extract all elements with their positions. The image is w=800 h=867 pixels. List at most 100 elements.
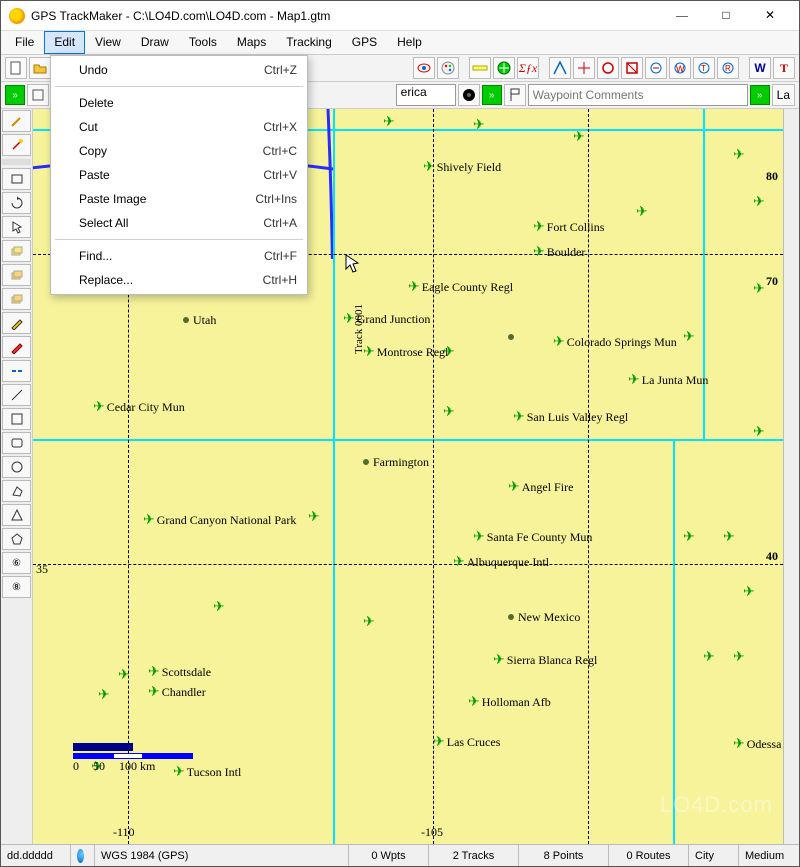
edit-delete[interactable]: Delete <box>51 91 307 115</box>
wp-holloman[interactable]: ✈Holloman Afb <box>468 694 551 708</box>
wp-anon[interactable]: ✈ <box>443 344 455 358</box>
eye-button[interactable] <box>413 57 435 79</box>
wp-fortcollins[interactable]: ✈Fort Collins <box>533 219 604 233</box>
wp-grandcanyon[interactable]: ✈Grand Canyon National Park <box>143 512 296 526</box>
wp-anon[interactable]: ✈ <box>683 529 695 543</box>
wp-anon[interactable]: ✈ <box>733 649 745 663</box>
dot-farmington[interactable]: Farmington <box>363 459 369 465</box>
wp-angelfire[interactable]: ✈Angel Fire <box>508 479 573 493</box>
tool-pencil[interactable] <box>2 312 31 334</box>
tool-square[interactable] <box>2 408 31 430</box>
wp-lascruces[interactable]: ✈Las Cruces <box>433 734 500 748</box>
menu-tracking[interactable]: Tracking <box>276 31 342 54</box>
dot-anon[interactable] <box>508 334 514 340</box>
expand-left-button[interactable]: » <box>5 85 25 105</box>
wp-eagle[interactable]: ✈Eagle County Regl <box>408 279 513 293</box>
tool-rotate[interactable] <box>2 192 31 214</box>
wp-sanluis[interactable]: ✈San Luis Valley Regl <box>513 409 628 423</box>
wp-anon[interactable]: ✈ <box>723 529 735 543</box>
wp-anon[interactable]: ✈ <box>363 614 375 628</box>
tool-layers2[interactable] <box>2 264 31 286</box>
vertical-scrollbar[interactable] <box>783 109 799 844</box>
tool-h[interactable]: R <box>717 57 739 79</box>
waypoint-comments-input[interactable] <box>528 84 748 106</box>
tool-break[interactable] <box>2 360 31 382</box>
wp-anon[interactable]: ✈ <box>98 687 110 701</box>
flag-button[interactable] <box>504 84 526 106</box>
wp-scottsdale[interactable]: ✈Scottsdale <box>148 664 211 678</box>
tool-d[interactable] <box>621 57 643 79</box>
close-button[interactable]: ✕ <box>749 2 791 30</box>
wp-anon[interactable]: ✈ <box>753 194 765 208</box>
tool-brush[interactable] <box>2 110 31 132</box>
wp-boulder[interactable]: ✈Boulder <box>533 244 585 258</box>
tool-g[interactable]: T <box>693 57 715 79</box>
tool-six[interactable]: ⑥ <box>2 552 31 574</box>
stats-button[interactable]: Σƒx <box>517 57 539 79</box>
square-tool[interactable] <box>27 84 49 106</box>
tool-b[interactable] <box>573 57 595 79</box>
tool-f[interactable]: W <box>669 57 691 79</box>
tool-pentagon[interactable] <box>2 528 31 550</box>
tool-line[interactable] <box>2 384 31 406</box>
wp-anon[interactable]: ✈ <box>473 117 485 131</box>
menu-view[interactable]: View <box>85 31 131 54</box>
edit-cut[interactable]: CutCtrl+X <box>51 115 307 139</box>
edit-find[interactable]: Find...Ctrl+F <box>51 244 307 268</box>
tool-triangle[interactable] <box>2 504 31 526</box>
edit-paste[interactable]: PasteCtrl+V <box>51 163 307 187</box>
wp-anon[interactable]: ✈ <box>636 204 648 218</box>
label-right-button[interactable]: La <box>772 84 795 106</box>
wp-anon[interactable]: ✈ <box>753 424 765 438</box>
text-style-button[interactable]: T <box>773 57 795 79</box>
wp-anon[interactable]: ✈ <box>118 667 130 681</box>
wp-anon[interactable]: ✈ <box>443 404 455 418</box>
expand-right-button[interactable]: » <box>750 85 770 105</box>
menu-help[interactable]: Help <box>387 31 432 54</box>
menu-tools[interactable]: Tools <box>179 31 227 54</box>
tool-rect[interactable] <box>2 168 31 190</box>
wp-shively[interactable]: ✈Shively Field <box>423 159 501 173</box>
wp-cedar[interactable]: ✈Cedar City Mun <box>93 399 185 413</box>
wp-albuquerque[interactable]: ✈Albuquerque Intl <box>453 554 549 568</box>
tool-layers1[interactable] <box>2 240 31 262</box>
open-file-button[interactable] <box>29 57 51 79</box>
menu-gps[interactable]: GPS <box>342 31 387 54</box>
tool-e[interactable] <box>645 57 667 79</box>
menu-file[interactable]: File <box>5 31 44 54</box>
wp-anon[interactable]: ✈ <box>383 114 395 128</box>
tool-layers3[interactable] <box>2 288 31 310</box>
wp-santafe[interactable]: ✈Santa Fe County Mun <box>473 529 592 543</box>
wp-anon[interactable]: ✈ <box>683 329 695 343</box>
wp-odessa[interactable]: ✈Odessa <box>733 736 781 750</box>
wp-anon[interactable]: ✈ <box>743 584 755 598</box>
edit-replace[interactable]: Replace...Ctrl+H <box>51 268 307 292</box>
compass-button[interactable] <box>493 57 515 79</box>
wp-anon[interactable]: ✈ <box>753 281 765 295</box>
wp-anon[interactable]: ✈ <box>733 147 745 161</box>
menu-maps[interactable]: Maps <box>227 31 276 54</box>
menu-draw[interactable]: Draw <box>131 31 179 54</box>
expand-mid-button[interactable]: » <box>482 85 502 105</box>
ruler-button[interactable] <box>469 57 491 79</box>
tool-pencil-red[interactable] <box>2 336 31 358</box>
waypoint-style-button[interactable]: W <box>749 57 771 79</box>
wp-anon[interactable]: ✈ <box>213 599 225 613</box>
wp-chandler[interactable]: ✈Chandler <box>148 684 206 698</box>
tool-circle[interactable] <box>2 456 31 478</box>
wp-cosprings[interactable]: ✈Colorado Springs Mun <box>553 334 677 348</box>
wp-anon[interactable]: ✈ <box>703 649 715 663</box>
maximize-button[interactable]: □ <box>705 2 747 30</box>
new-file-button[interactable] <box>5 57 27 79</box>
tool-c[interactable] <box>597 57 619 79</box>
wp-anon[interactable]: ✈ <box>308 509 320 523</box>
tool-roundrect[interactable] <box>2 432 31 454</box>
edit-undo[interactable]: UndoCtrl+Z <box>51 58 307 82</box>
menu-edit[interactable]: Edit <box>44 31 85 54</box>
edit-select-all[interactable]: Select AllCtrl+A <box>51 211 307 235</box>
edit-paste-image[interactable]: Paste ImageCtrl+Ins <box>51 187 307 211</box>
region-field-tail[interactable]: erica <box>396 84 456 106</box>
tool-a[interactable] <box>549 57 571 79</box>
minimize-button[interactable]: — <box>661 2 703 30</box>
edit-copy[interactable]: CopyCtrl+C <box>51 139 307 163</box>
